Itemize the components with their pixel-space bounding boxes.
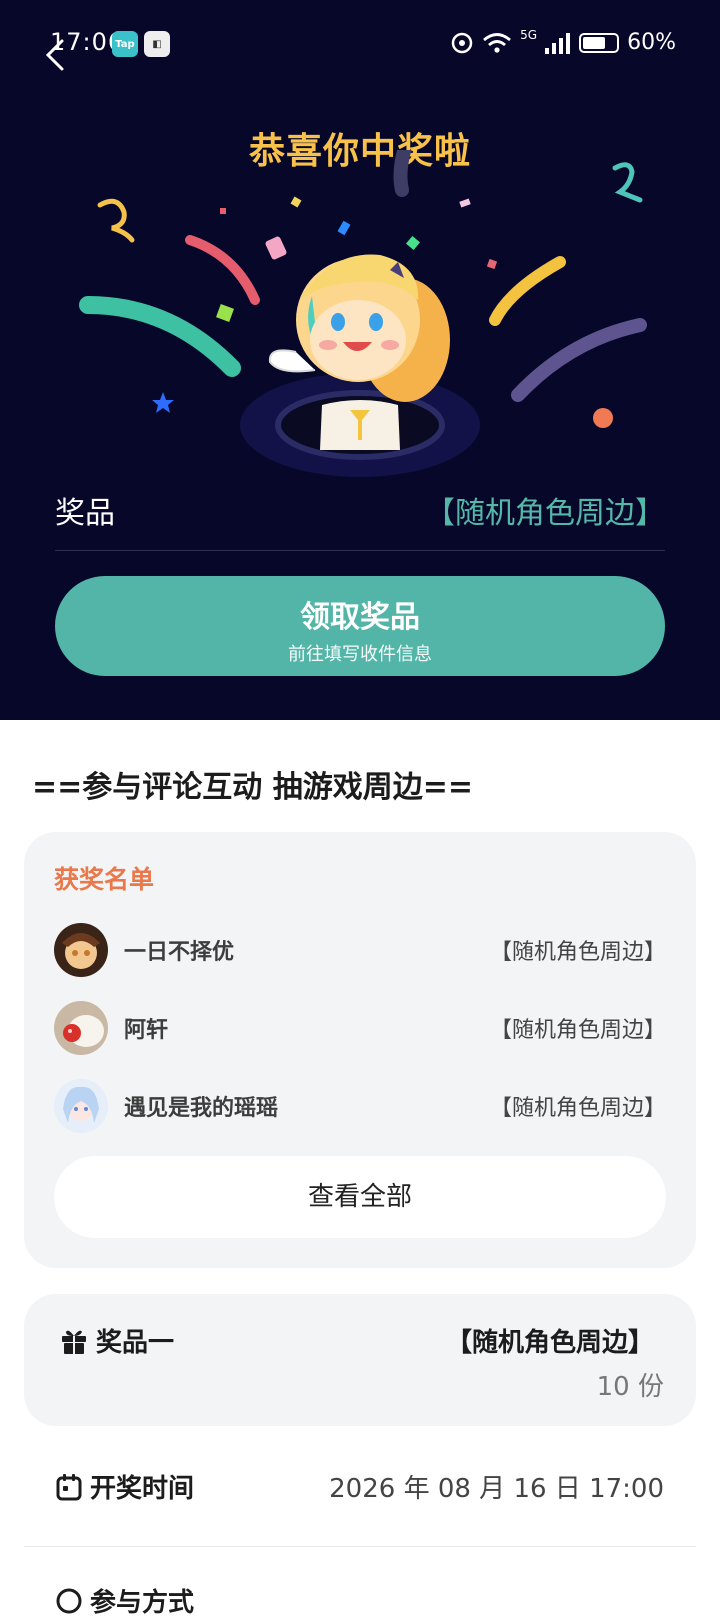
- draw-time-row: 开奖时间 2026 年 08 月 16 日 17:00: [56, 1458, 664, 1514]
- draw-time-label-group: 开奖时间: [56, 1468, 194, 1505]
- participation-label: 参与方式: [90, 1588, 195, 1618]
- claim-prize-button[interactable]: 领取奖品 前往填写收件信息: [55, 576, 665, 676]
- claim-button-subtitle: 前往填写收件信息: [288, 644, 432, 665]
- prize-row: 奖品 【随机角色周边】: [55, 480, 665, 551]
- status-bar: 17:06 Tap ◧ 5G 60%: [0, 0, 720, 88]
- draw-time-value: 2026 年 08 月 16 日 17:00: [329, 1474, 664, 1504]
- divider: [24, 1546, 696, 1547]
- notification-app-icon: ◧: [144, 31, 170, 57]
- winner-name: 阿轩: [124, 1018, 169, 1043]
- draw-time-label: 开奖时间: [90, 1474, 195, 1504]
- view-all-button[interactable]: 查看全部: [54, 1156, 666, 1238]
- battery-icon: [579, 32, 620, 53]
- claim-button-title: 领取奖品: [300, 600, 420, 635]
- prize-one-label-group: 奖品一: [60, 1322, 174, 1359]
- prize-value: 【随机角色周边】: [425, 496, 665, 531]
- winner-row[interactable]: 阿轩 【随机角色周边】: [54, 1000, 666, 1056]
- participation-icon: [56, 1588, 82, 1613]
- section-title: ==参与评论互动 抽游戏周边==: [32, 770, 473, 805]
- prize-one-value: 【随机角色周边】: [445, 1328, 654, 1358]
- winner-row[interactable]: 一日不择优 【随机角色周边】: [54, 922, 666, 978]
- winners-title: 获奖名单: [54, 865, 155, 894]
- winner-prize: 【随机角色周边】: [489, 1018, 666, 1043]
- participation-label-group: 参与方式: [56, 1582, 194, 1619]
- network-type: 5G: [520, 27, 538, 42]
- winner-prize: 【随机角色周边】: [489, 1096, 666, 1121]
- gift-icon: [62, 1330, 86, 1354]
- battery-percent: 60%: [627, 30, 676, 55]
- calendar-icon: [56, 1473, 82, 1500]
- avatar: [54, 923, 108, 977]
- prize-one-count: 10 份: [596, 1372, 664, 1402]
- celebration-illustration: [79, 150, 647, 477]
- winner-row[interactable]: 遇见是我的瑶瑶 【随机角色周边】: [54, 1078, 666, 1134]
- signal-icon: [545, 32, 571, 54]
- hotspot-icon: [451, 32, 473, 53]
- prize-one-label: 奖品一: [96, 1328, 175, 1358]
- taptap-app-icon: Tap: [112, 31, 138, 57]
- winners-card: 获奖名单 一日不择优 【随机角色周边】 阿轩 【随机角色周边】 遇见是我的瑶瑶 …: [24, 832, 696, 1268]
- winner-name: 一日不择优: [124, 940, 235, 965]
- wifi-icon: [483, 32, 512, 53]
- winner-prize: 【随机角色周边】: [489, 940, 666, 965]
- prize-one-card: 奖品一 【随机角色周边】 10 份: [24, 1294, 696, 1426]
- avatar: [54, 1001, 108, 1055]
- avatar: [54, 1079, 108, 1133]
- result-banner: 17:06 Tap ◧ 5G 60% 恭喜你中奖啦 奖品 【随机角色周边】 领取…: [0, 0, 720, 720]
- prize-label: 奖品: [55, 496, 115, 531]
- status-indicators: 5G 60%: [450, 27, 676, 55]
- winner-name: 遇见是我的瑶瑶: [124, 1096, 279, 1121]
